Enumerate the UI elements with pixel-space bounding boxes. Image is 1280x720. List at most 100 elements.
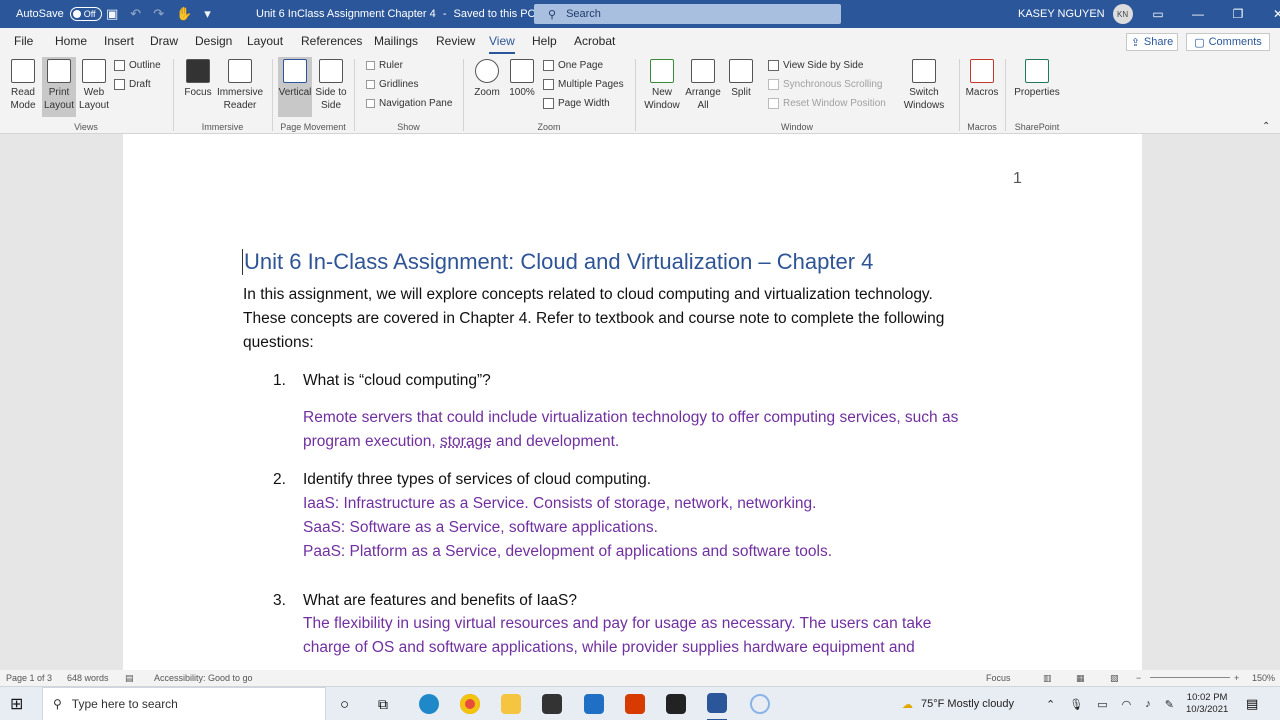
vertical-button[interactable]: Vertical: [278, 57, 312, 117]
search-box[interactable]: ⚲ Search: [534, 4, 841, 24]
answer-1-line-2[interactable]: program execution, storage and developme…: [303, 430, 1033, 454]
answer-3-line-2[interactable]: charge of OS and software applications, …: [303, 636, 1033, 660]
autosave-toggle[interactable]: Off: [69, 7, 102, 21]
user-account[interactable]: KASEY NGUYEN KN: [1018, 0, 1133, 28]
taskbar-search[interactable]: ⚲ Type here to search: [42, 687, 326, 720]
tab-design[interactable]: Design: [195, 34, 232, 48]
edge-icon[interactable]: [419, 687, 439, 720]
tab-mailings[interactable]: Mailings: [374, 34, 418, 48]
zoom-100-button[interactable]: 100%: [507, 59, 537, 99]
zoom-in-icon[interactable]: +: [1234, 673, 1239, 683]
tab-help[interactable]: Help: [532, 34, 557, 48]
gridlines-checkbox[interactable]: Gridlines: [366, 79, 418, 90]
customize-toolbar-icon[interactable]: ▾: [204, 6, 211, 22]
task-view-icon[interactable]: ⧉: [378, 687, 388, 720]
read-mode-button[interactable]: Read Mode: [6, 59, 40, 112]
intro-line-3[interactable]: questions:: [243, 331, 1023, 355]
tab-references[interactable]: References: [301, 34, 362, 48]
accessibility-status[interactable]: Accessibility: Good to go: [154, 673, 253, 683]
answer-2-saas[interactable]: SaaS: Software as a Service, software ap…: [303, 516, 1033, 540]
answer-1-line-1[interactable]: Remote servers that could include virtua…: [303, 406, 1033, 430]
print-layout-icon[interactable]: ▦: [1076, 673, 1085, 684]
ruler-checkbox[interactable]: Ruler: [366, 60, 403, 71]
zoom-level[interactable]: 150%: [1252, 673, 1275, 683]
tab-insert[interactable]: Insert: [104, 34, 134, 48]
proofing-icon[interactable]: ▤: [125, 673, 134, 684]
side-to-side-button[interactable]: Side to Side: [314, 59, 348, 112]
document-page[interactable]: 1 Unit 6 In-Class Assignment: Cloud and …: [123, 134, 1142, 670]
document-canvas[interactable]: 1 Unit 6 In-Class Assignment: Cloud and …: [0, 134, 1280, 670]
web-layout-button[interactable]: Web Layout: [78, 59, 110, 112]
minimize-icon[interactable]: —: [1178, 7, 1218, 21]
close-icon[interactable]: ✕: [1258, 7, 1280, 21]
question-1[interactable]: What is “cloud computing”?: [303, 372, 491, 390]
battery-icon[interactable]: ▭: [1097, 698, 1107, 711]
tab-review[interactable]: Review: [436, 34, 475, 48]
intro-line-2[interactable]: These concepts are covered in Chapter 4.…: [243, 307, 1043, 331]
notifications-icon[interactable]: ▤: [1246, 687, 1258, 720]
question-3[interactable]: What are features and benefits of IaaS?: [303, 592, 577, 610]
pen-icon[interactable]: ✎: [1165, 698, 1174, 711]
touch-mode-icon[interactable]: ✋: [176, 6, 192, 22]
outline-button[interactable]: Outline: [114, 60, 161, 71]
windows-start-icon[interactable]: ⊞: [10, 687, 23, 720]
focus-mode-button[interactable]: Focus: [986, 673, 1011, 683]
collapse-ribbon-icon[interactable]: ⌃: [1262, 121, 1270, 132]
print-layout-button[interactable]: Print Layout: [42, 57, 76, 117]
split-button[interactable]: Split: [726, 59, 756, 99]
draft-button[interactable]: Draft: [114, 79, 151, 90]
tab-view[interactable]: View: [489, 34, 515, 54]
cortana-icon[interactable]: ○: [340, 687, 349, 720]
chrome-icon[interactable]: [460, 687, 480, 720]
document-heading[interactable]: Unit 6 In-Class Assignment: Cloud and Vi…: [242, 249, 1042, 275]
macros-button[interactable]: Macros: [964, 59, 1000, 99]
spelling-flag-storage[interactable]: storage: [440, 433, 492, 450]
tab-acrobat[interactable]: Acrobat: [574, 34, 615, 48]
synchronous-scrolling-button[interactable]: Synchronous Scrolling: [768, 79, 883, 90]
share-button[interactable]: ⇪ Share: [1126, 33, 1178, 51]
multiple-pages-button[interactable]: Multiple Pages: [543, 79, 624, 90]
navigation-pane-checkbox[interactable]: Navigation Pane: [366, 98, 452, 109]
answer-2-paas[interactable]: PaaS: Platform as a Service, development…: [303, 540, 1033, 564]
one-page-button[interactable]: One Page: [543, 60, 603, 71]
tab-draw[interactable]: Draw: [150, 34, 178, 48]
autosave-control[interactable]: AutoSave Off: [16, 0, 102, 28]
web-layout-icon[interactable]: ▧: [1110, 673, 1119, 684]
word-icon[interactable]: [707, 687, 727, 720]
zoom-button[interactable]: Zoom: [470, 59, 504, 99]
properties-button[interactable]: Properties: [1012, 59, 1062, 99]
arrange-all-button[interactable]: Arrange All: [684, 59, 722, 112]
immersive-reader-button[interactable]: Immersive Reader: [215, 59, 265, 112]
app-icon[interactable]: [666, 687, 686, 720]
mail-icon[interactable]: [584, 687, 604, 720]
running-app-icon[interactable]: [750, 687, 770, 720]
page-count[interactable]: Page 1 of 3: [6, 673, 52, 683]
weather-widget[interactable]: ☁ 75°F Mostly cloudy: [902, 687, 1014, 720]
reset-window-position-button[interactable]: Reset Window Position: [768, 98, 886, 109]
word-count[interactable]: 648 words: [67, 673, 109, 683]
undo-icon[interactable]: ↶: [130, 6, 141, 22]
office-icon[interactable]: [625, 687, 645, 720]
page-width-button[interactable]: Page Width: [543, 98, 610, 109]
ribbon-display-options-icon[interactable]: ▭: [1138, 7, 1178, 21]
tab-layout[interactable]: Layout: [247, 34, 283, 48]
maximize-icon[interactable]: ❐: [1218, 7, 1258, 21]
answer-3-line-1[interactable]: The flexibility in using virtual resourc…: [303, 612, 1033, 636]
chevron-up-icon[interactable]: ⌃: [1046, 698, 1055, 711]
document-title[interactable]: Unit 6 InClass Assignment Chapter 4 - Sa…: [256, 0, 545, 28]
volume-icon[interactable]: ♪: [1145, 698, 1151, 710]
answer-2-iaas[interactable]: IaaS: Infrastructure as a Service. Consi…: [303, 492, 1033, 516]
microphone-icon[interactable]: 🎙: [1069, 698, 1083, 711]
redo-icon[interactable]: ↷: [153, 6, 164, 22]
save-icon[interactable]: ▣: [106, 6, 118, 22]
tab-home[interactable]: Home: [55, 34, 87, 48]
clock[interactable]: 10:02 PM 10/3/2021: [1186, 687, 1228, 720]
wifi-icon[interactable]: ◠: [1122, 698, 1132, 711]
comments-button[interactable]: ▢ Comments: [1186, 33, 1270, 51]
read-mode-icon[interactable]: ▥: [1043, 673, 1052, 684]
file-explorer-icon[interactable]: [501, 687, 521, 720]
intro-line-1[interactable]: In this assignment, we will explore conc…: [243, 283, 1043, 307]
zoom-out-icon[interactable]: −: [1136, 673, 1141, 683]
switch-windows-button[interactable]: Switch Windows: [896, 59, 952, 112]
focus-button[interactable]: Focus: [183, 59, 213, 99]
